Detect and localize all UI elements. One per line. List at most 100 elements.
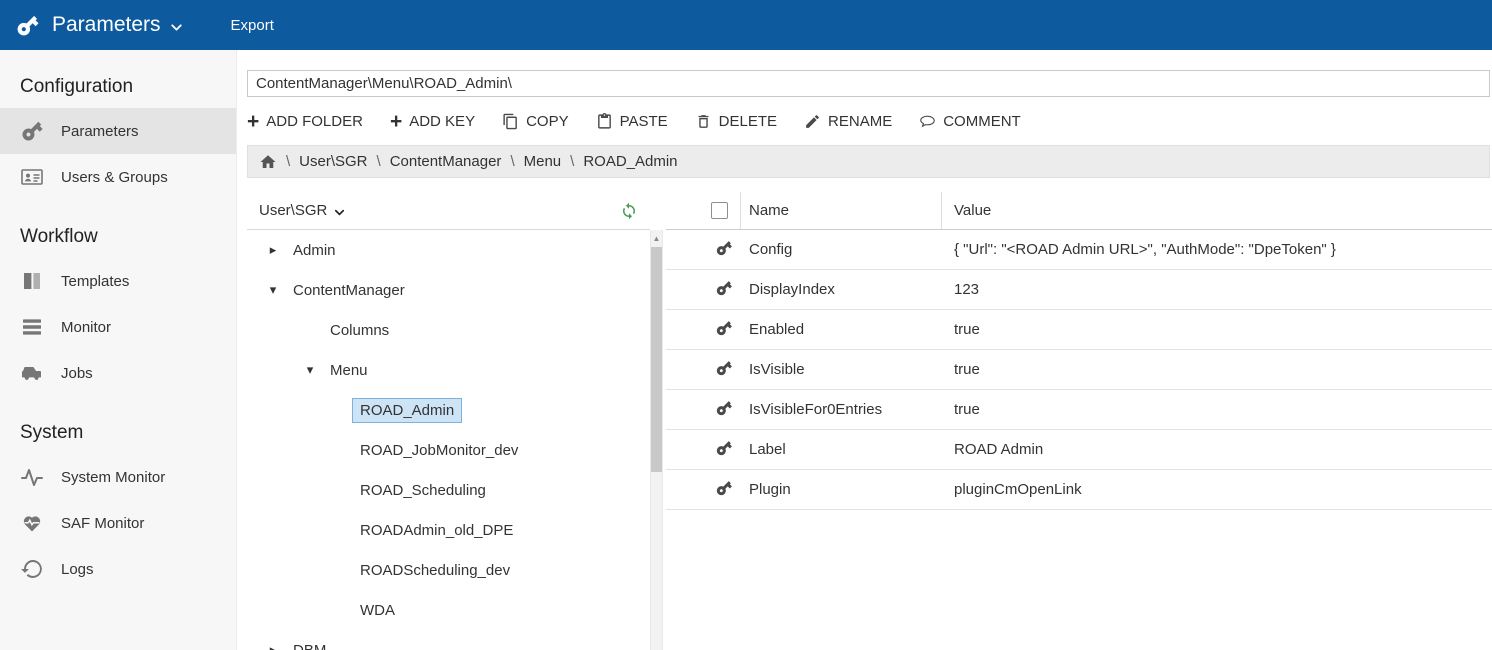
chevron-down-icon[interactable] (332, 205, 347, 220)
sidebar-item-system-monitor[interactable]: System Monitor (0, 454, 236, 500)
toolbar-comment-button[interactable]: COMMENT (919, 113, 1021, 130)
caret-expanded-icon[interactable]: ▾ (261, 282, 285, 298)
table-row[interactable]: LabelROAD Admin (666, 430, 1492, 470)
table-row[interactable]: Config{ "Url": "<ROAD Admin URL>", "Auth… (666, 230, 1492, 270)
breadcrumb-separator: \ (510, 153, 514, 170)
tree-node-columns[interactable]: Columns (247, 310, 650, 350)
param-key-cell (666, 359, 741, 381)
toolbar-copy-button[interactable]: COPY (502, 113, 569, 130)
scrollbar-thumb[interactable] (651, 247, 662, 472)
param-key-cell (666, 439, 741, 461)
sidebar-item-label: Monitor (61, 319, 111, 336)
templates-icon (20, 269, 44, 293)
toolbar-button-label: DELETE (719, 113, 777, 130)
tree-node-label[interactable]: Columns (322, 318, 397, 343)
toolbar-paste-button[interactable]: PASTE (596, 113, 668, 130)
comment-icon (919, 113, 936, 130)
tree-node-roadscheduling-dev[interactable]: ROADScheduling_dev (247, 550, 650, 590)
param-name: Plugin (741, 481, 942, 498)
sidebar-item-logs[interactable]: Logs (0, 546, 236, 592)
tree-node-roadadmin-old-dpe[interactable]: ROADAdmin_old_DPE (247, 510, 650, 550)
tree-node-label[interactable]: ROAD_Admin (352, 398, 462, 423)
home-icon[interactable] (259, 153, 277, 171)
breadcrumb-segment[interactable]: ROAD_Admin (583, 153, 677, 170)
tree-node-label[interactable]: ROADScheduling_dev (352, 558, 518, 583)
jobs-icon (20, 361, 44, 385)
toolbar-button-label: PASTE (620, 113, 668, 130)
sidebar-section-title: Workflow (0, 200, 236, 258)
sidebar-item-users-groups[interactable]: Users & Groups (0, 154, 236, 200)
scroll-up-icon[interactable]: ▲ (651, 230, 662, 244)
breadcrumb-segment[interactable]: User\SGR (299, 153, 367, 170)
tree-node-label[interactable]: ROAD_JobMonitor_dev (352, 438, 526, 463)
caret-expanded-icon[interactable]: ▾ (298, 362, 322, 378)
tree-node-label[interactable]: ROAD_Scheduling (352, 478, 494, 503)
tree-node-road-admin[interactable]: ROAD_Admin (247, 390, 650, 430)
select-all-checkbox[interactable] (711, 202, 728, 219)
sidebar-item-monitor[interactable]: Monitor (0, 304, 236, 350)
sidebar-item-templates[interactable]: Templates (0, 258, 236, 304)
menu-export[interactable]: Export (231, 17, 274, 34)
key-icon (20, 119, 44, 143)
sidebar-item-saf-monitor[interactable]: SAF Monitor (0, 500, 236, 546)
sidebar-item-label: Parameters (61, 123, 139, 140)
toolbar-add-key-button[interactable]: +ADD KEY (390, 113, 475, 130)
param-name: DisplayIndex (741, 281, 942, 298)
param-name: Label (741, 441, 942, 458)
table-row[interactable]: Enabledtrue (666, 310, 1492, 350)
tree-node-label[interactable]: ROADAdmin_old_DPE (352, 518, 521, 543)
toolbar-add-folder-button[interactable]: +ADD FOLDER (247, 113, 363, 130)
tree-node-admin[interactable]: ▸Admin (247, 230, 650, 270)
tree-root-label[interactable]: User\SGR (259, 202, 327, 219)
sidebar-item-parameters[interactable]: Parameters (0, 108, 236, 154)
sidebar-item-label: Logs (61, 561, 94, 578)
tree-node-menu[interactable]: ▾Menu (247, 350, 650, 390)
key-icon (715, 359, 733, 377)
caret-collapsed-icon[interactable]: ▸ (261, 642, 285, 650)
tree-node-label[interactable]: DBM (285, 638, 334, 650)
key-icon (715, 319, 733, 337)
table-row[interactable]: PluginpluginCmOpenLink (666, 470, 1492, 510)
tree-node-road-jobmonitor-dev[interactable]: ROAD_JobMonitor_dev (247, 430, 650, 470)
table-row[interactable]: IsVisibleFor0Entriestrue (666, 390, 1492, 430)
tree-node-wda[interactable]: WDA (247, 590, 650, 630)
tree-scrollbar[interactable]: ▲ (650, 230, 663, 650)
breadcrumb-segment[interactable]: Menu (524, 153, 562, 170)
column-header-value[interactable]: Value (942, 192, 1492, 229)
tree-node-label[interactable]: Menu (322, 358, 376, 383)
refresh-icon[interactable] (620, 202, 638, 220)
plus-icon: + (247, 113, 259, 130)
toolbar-button-label: COPY (526, 113, 569, 130)
pulse-icon (20, 465, 44, 489)
table-row[interactable]: IsVisibletrue (666, 350, 1492, 390)
tree-node-label[interactable]: Admin (285, 238, 344, 263)
tree-node-label[interactable]: ContentManager (285, 278, 413, 303)
param-value: true (942, 321, 1492, 338)
sidebar-item-label: System Monitor (61, 469, 165, 486)
tree-node-road-scheduling[interactable]: ROAD_Scheduling (247, 470, 650, 510)
heartbeat-icon (20, 511, 44, 535)
tree-node-label[interactable]: WDA (352, 598, 403, 623)
key-icon (715, 279, 733, 297)
caret-collapsed-icon[interactable]: ▸ (261, 242, 285, 258)
param-value: { "Url": "<ROAD Admin URL>", "AuthMode":… (942, 241, 1492, 258)
column-header-name[interactable]: Name (741, 192, 942, 229)
pencil-icon (804, 113, 821, 130)
table-row[interactable]: DisplayIndex123 (666, 270, 1492, 310)
toolbar-delete-button[interactable]: DELETE (695, 113, 777, 130)
toolbar-button-label: COMMENT (943, 113, 1021, 130)
trash-icon (695, 113, 712, 130)
breadcrumb-segment[interactable]: ContentManager (390, 153, 502, 170)
toolbar-rename-button[interactable]: RENAME (804, 113, 892, 130)
tree-node-contentmanager[interactable]: ▾ContentManager (247, 270, 650, 310)
breadcrumb: \User\SGR\ContentManager\Menu\ROAD_Admin (247, 145, 1490, 178)
tree-node-dbm[interactable]: ▸DBM (247, 630, 650, 650)
id-card-icon (20, 165, 44, 189)
param-key-cell (666, 479, 741, 501)
chevron-down-icon[interactable] (168, 19, 185, 36)
sidebar-item-jobs[interactable]: Jobs (0, 350, 236, 396)
app-title[interactable]: Parameters (52, 13, 161, 37)
path-input[interactable] (247, 70, 1490, 97)
sidebar: ConfigurationParametersUsers & GroupsWor… (0, 50, 237, 650)
table-header: Name Value (666, 192, 1492, 230)
